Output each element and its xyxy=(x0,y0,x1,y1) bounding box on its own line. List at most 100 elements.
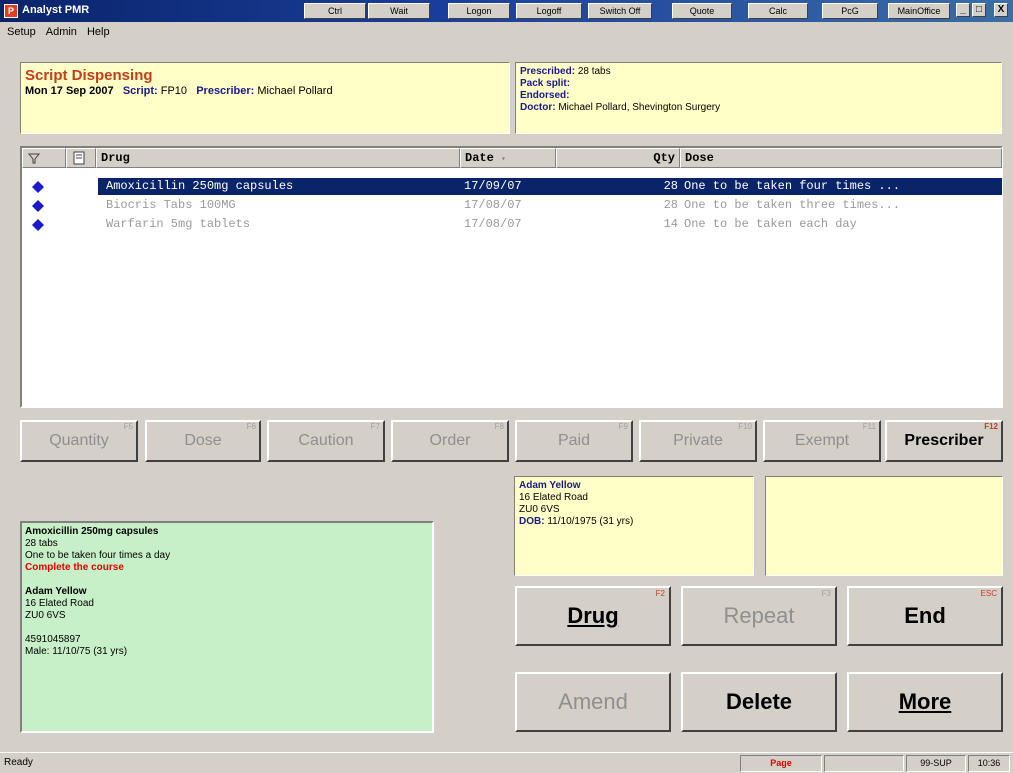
prescriber-key: F12 xyxy=(984,422,998,431)
more-button-label: More xyxy=(898,689,952,714)
minimize-icon[interactable]: _ xyxy=(956,3,970,17)
prescriber-button[interactable]: Prescriber F12 xyxy=(885,420,1003,462)
end-button[interactable]: End ESC xyxy=(847,586,1003,646)
patient-panel: Adam Yellow 16 Elated Road ZU0 6VS DOB: … xyxy=(514,476,754,576)
table-row[interactable]: Warfarin 5mg tablets 17/08/07 14 One to … xyxy=(22,216,1001,233)
menu-help[interactable]: Help xyxy=(84,24,113,40)
prescribed-label: Prescribed: xyxy=(520,66,576,77)
maximize-icon[interactable]: □ xyxy=(972,3,986,17)
repeat-button[interactable]: Repeat F3 xyxy=(681,586,837,646)
order-label: Order xyxy=(429,432,471,449)
exempt-label: Exempt xyxy=(794,432,850,449)
prescriber-button-label: Prescriber xyxy=(904,432,984,449)
private-button[interactable]: Private F10 xyxy=(639,420,757,462)
date-column-label: Date xyxy=(465,151,494,165)
order-button[interactable]: Order F8 xyxy=(391,420,509,462)
label-dose: One to be taken four times a day xyxy=(25,550,171,561)
notes-column-header[interactable] xyxy=(66,148,96,168)
prescribed-value: 28 tabs xyxy=(577,66,611,77)
page-indicator: Page xyxy=(740,755,822,772)
exempt-button[interactable]: Exempt F11 xyxy=(763,420,881,462)
row-dose: One to be taken each day xyxy=(684,217,857,231)
quantity-button[interactable]: Quantity F5 xyxy=(20,420,138,462)
repeat-key: F3 xyxy=(821,589,831,598)
filter-column-header[interactable] xyxy=(22,148,66,168)
toolbar-calc-button[interactable]: Calc xyxy=(748,3,808,19)
clock: 10:36 xyxy=(968,755,1010,772)
dose-column-header[interactable]: Dose xyxy=(680,148,1002,168)
prescription-info-panel: Prescribed: 28 tabs Pack split: Endorsed… xyxy=(515,62,1002,134)
label-patient-name: Adam Yellow xyxy=(25,586,87,597)
qty-column-header[interactable]: Qty xyxy=(556,148,680,168)
dose-button[interactable]: Dose F6 xyxy=(145,420,261,462)
toolbar-logon-button[interactable]: Logon xyxy=(448,3,510,19)
drug-list[interactable]: Drug Date ▾ Qty Dose Amoxicillin 250mg c… xyxy=(20,146,1003,408)
end-key: ESC xyxy=(980,589,997,598)
row-date: 17/08/07 xyxy=(464,217,522,231)
label-sex-dob: Male: 11/10/75 (31 yrs) xyxy=(25,646,128,657)
row-drug: Biocris Tabs 100MG xyxy=(106,198,236,212)
drug-key: F2 xyxy=(655,589,665,598)
notes-icon xyxy=(73,151,85,165)
quantity-key: F5 xyxy=(123,422,133,431)
dob-value: 11/10/1975 (31 yrs) xyxy=(547,516,634,527)
app-icon: P xyxy=(4,4,18,18)
label-address: 16 Elated Road xyxy=(25,598,94,609)
dose-label: Dose xyxy=(184,432,222,449)
delete-button[interactable]: Delete xyxy=(681,672,837,732)
toolbar-pcg-button[interactable]: PcG xyxy=(822,3,878,19)
table-row[interactable]: Amoxicillin 250mg capsules 17/09/07 28 O… xyxy=(22,178,1002,195)
exempt-key: F11 xyxy=(862,422,876,431)
list-header: Drug Date ▾ Qty Dose xyxy=(22,148,1002,168)
drug-button[interactable]: Drug F2 xyxy=(515,586,671,646)
endorsed-label: Endorsed: xyxy=(520,90,570,101)
repeat-button-label: Repeat xyxy=(723,603,795,628)
toolbar-logoff-button[interactable]: Logoff xyxy=(516,3,582,19)
close-icon[interactable]: X xyxy=(994,3,1008,17)
doctor-value: Michael Pollard, Shevington Surgery xyxy=(558,102,721,113)
mode-title: Script Dispensing xyxy=(25,67,153,84)
amend-button[interactable]: Amend xyxy=(515,672,671,732)
caution-button[interactable]: Caution F7 xyxy=(267,420,385,462)
delete-button-label: Delete xyxy=(725,689,793,714)
row-dose: One to be taken three times... xyxy=(684,198,901,212)
patient-postcode: ZU0 6VS xyxy=(519,504,560,515)
menu-setup[interactable]: Setup xyxy=(4,24,39,40)
paid-button[interactable]: Paid F9 xyxy=(515,420,633,462)
script-label: Script: xyxy=(122,85,158,97)
end-button-label: End xyxy=(904,603,946,628)
patient-address: 16 Elated Road xyxy=(519,492,588,503)
menu-admin[interactable]: Admin xyxy=(43,24,80,40)
patient-name: Adam Yellow xyxy=(519,480,581,491)
label-preview: Amoxicillin 250mg capsules 28 tabs One t… xyxy=(20,521,434,733)
script-header-panel: Script Dispensing Mon 17 Sep 2007 Script… xyxy=(20,62,510,134)
label-number: 4591045897 xyxy=(25,634,81,645)
toolbar-ctrl-button[interactable]: Ctrl xyxy=(304,3,366,19)
window-title: Analyst PMR xyxy=(22,4,90,16)
user-indicator: 99-SUP xyxy=(906,755,966,772)
script-date: Mon 17 Sep 2007 xyxy=(25,85,114,97)
row-qty: 28 xyxy=(663,198,678,212)
drug-column-header[interactable]: Drug xyxy=(96,148,460,168)
filter-icon xyxy=(27,153,41,164)
toolbar-quote-button[interactable]: Quote xyxy=(672,3,732,19)
drug-button-label: Drug xyxy=(567,603,619,628)
prescriber-name: Michael Pollard xyxy=(257,85,333,97)
script-type: FP10 xyxy=(160,85,188,97)
date-column-header[interactable]: Date ▾ xyxy=(460,148,556,168)
row-date: 17/09/07 xyxy=(464,179,522,193)
table-row[interactable]: Biocris Tabs 100MG 17/08/07 28 One to be… xyxy=(22,197,1001,214)
toolbar-wait-button[interactable]: Wait xyxy=(368,3,430,19)
sort-desc-icon: ▾ xyxy=(501,155,506,164)
private-label: Private xyxy=(673,432,723,449)
bullet-icon xyxy=(32,200,44,212)
label-postcode: ZU0 6VS xyxy=(25,610,66,621)
order-key: F8 xyxy=(494,422,504,431)
status-empty-cell xyxy=(824,755,904,772)
toolbar-switch-off-button[interactable]: Switch Off xyxy=(588,3,652,19)
toolbar-mainoffice-button[interactable]: MainOffice xyxy=(888,3,950,19)
dob-label: DOB: xyxy=(519,516,545,527)
more-button[interactable]: More xyxy=(847,672,1003,732)
label-warning: Complete the course xyxy=(25,562,124,573)
row-date: 17/08/07 xyxy=(464,198,522,212)
